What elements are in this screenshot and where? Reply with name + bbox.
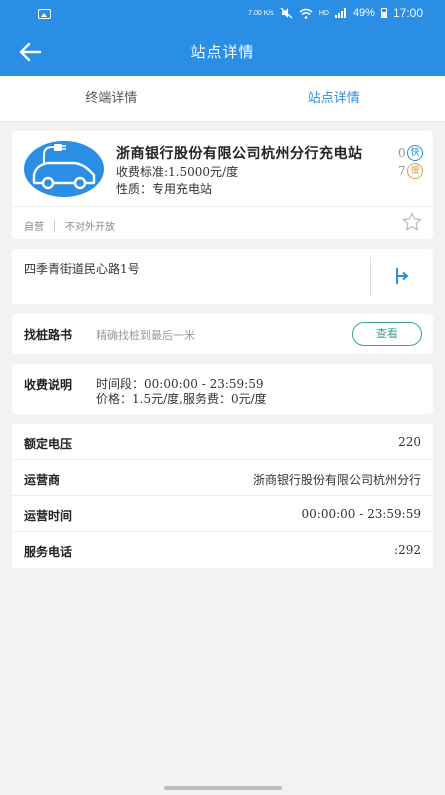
- address-card: 四季青街道民心路1号: [12, 249, 433, 304]
- rated-voltage-label: 额定电压: [24, 437, 73, 451]
- fee-info-card: 收费说明 时间段：00:00:00 - 23:59:59 价格：1.5元/度,服…: [12, 364, 433, 414]
- home-indicator[interactable]: [164, 786, 282, 790]
- clock: 17:00: [392, 6, 423, 20]
- navigation-icon[interactable]: [392, 266, 412, 286]
- phone-label: 服务电话: [24, 545, 73, 559]
- picture-icon: [38, 9, 51, 19]
- detail-row: 运营时间 00:00:00 - 23:59:59: [12, 496, 433, 532]
- hours-value: 00:00:00 - 23:59:59: [301, 507, 421, 521]
- operator-label: 运营商: [24, 473, 61, 487]
- battery-icon: [380, 8, 387, 18]
- station-card: 浙商银行股份有限公司杭州分行充电站 收费标准:1.5000元/度 性质：专用充电…: [12, 131, 433, 239]
- mute-icon: [280, 7, 293, 19]
- detail-row: 服务电话 :292: [12, 532, 433, 568]
- station-nature: 性质：专用充电站: [116, 182, 213, 196]
- battery-percent: 49%: [352, 7, 375, 19]
- phone-value[interactable]: :292: [394, 543, 421, 557]
- operator-value: 浙商银行股份有限公司杭州分行: [252, 473, 421, 487]
- tab-station-details[interactable]: 站点详情: [223, 76, 445, 121]
- signal-icon: [334, 8, 346, 18]
- status-bar: 7.00 K/s HD 49% 17:00: [0, 0, 445, 28]
- station-address: 四季青街道民心路1号: [24, 262, 140, 276]
- slow-charger-badge: 慢: [407, 163, 423, 179]
- fast-charger-count: 0: [398, 146, 406, 160]
- rated-voltage-value: 220: [398, 435, 421, 449]
- pile-finder-hint: 精确找桩到最后一米: [96, 329, 195, 342]
- star-icon[interactable]: [401, 211, 423, 233]
- wifi-icon: [299, 8, 313, 19]
- divider: [12, 206, 433, 207]
- tag-separator: [54, 219, 55, 232]
- station-tags: 自营 不对外开放: [24, 218, 115, 233]
- station-details-card: 额定电压 220 运营商 浙商银行股份有限公司杭州分行 运营时间 00:00:0…: [12, 424, 433, 568]
- detail-row: 额定电压 220: [12, 424, 433, 460]
- view-button[interactable]: 查看: [352, 322, 422, 346]
- fee-price: 价格：1.5元/度,服务费：0元/度: [96, 392, 267, 406]
- detail-row: 运营商 浙商银行股份有限公司杭州分行: [12, 460, 433, 496]
- status-right: 7.00 K/s HD 49% 17:00: [248, 6, 423, 20]
- pile-finder-label: 找桩路书: [24, 328, 73, 342]
- tab-bar: 终端详情 站点详情: [0, 76, 445, 122]
- operation-type: 自营: [24, 222, 44, 233]
- hours-label: 运营时间: [24, 509, 73, 523]
- openness-status: 不对外开放: [65, 222, 115, 233]
- slow-charger-count: 7: [398, 164, 406, 178]
- station-name: 浙商银行股份有限公司杭州分行充电站: [116, 146, 363, 162]
- net-type-label: HD: [318, 9, 329, 17]
- pile-finder-card: 找桩路书 精确找桩到最后一米 查看: [12, 314, 433, 354]
- fast-charger-badge: 快: [407, 145, 423, 161]
- tab-terminal-details[interactable]: 终端详情: [0, 76, 223, 121]
- fee-standard: 收费标准:1.5000元/度: [116, 165, 239, 179]
- divider: [370, 257, 371, 296]
- fee-info-label: 收费说明: [24, 378, 73, 392]
- app-header: 站点详情: [0, 28, 445, 76]
- ev-charger-logo: [24, 141, 104, 197]
- network-speed: 7.00 K/s: [248, 9, 274, 17]
- page-title: 站点详情: [190, 43, 255, 61]
